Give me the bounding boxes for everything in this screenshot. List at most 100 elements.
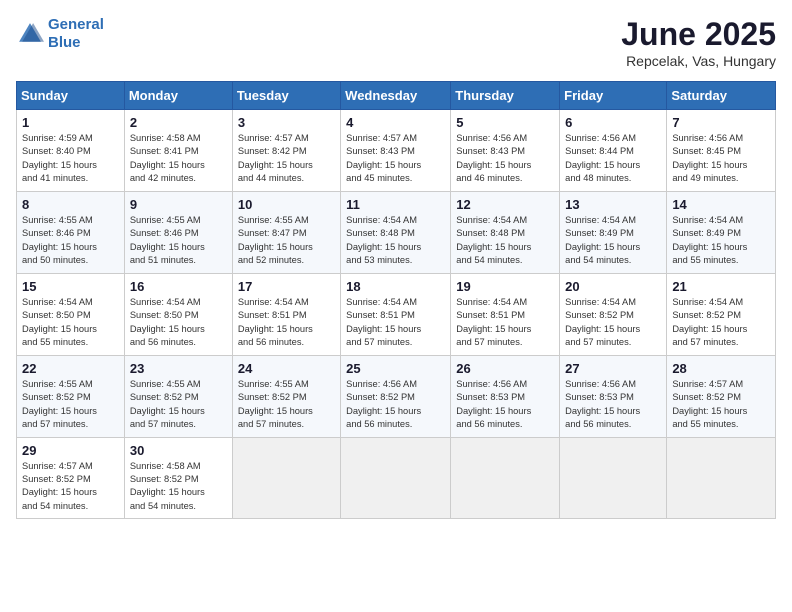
logo-line1: General xyxy=(48,16,104,33)
day-info: Sunrise: 4:57 AMSunset: 8:52 PMDaylight:… xyxy=(22,460,119,514)
day-1: 1 Sunrise: 4:59 AMSunset: 8:40 PMDaylight… xyxy=(17,110,125,192)
day-empty xyxy=(341,437,451,519)
day-num: 25 xyxy=(346,361,445,376)
calendar-row-2: 8 Sunrise: 4:55 AMSunset: 8:46 PMDaylight… xyxy=(17,191,776,273)
day-2: 2 Sunrise: 4:58 AMSunset: 8:41 PMDaylight… xyxy=(124,110,232,192)
col-thursday: Thursday xyxy=(451,82,560,110)
col-friday: Friday xyxy=(560,82,667,110)
day-6: 6 Sunrise: 4:56 AMSunset: 8:44 PMDaylight… xyxy=(560,110,667,192)
day-info: Sunrise: 4:55 AMSunset: 8:47 PMDaylight:… xyxy=(238,214,335,268)
day-info: Sunrise: 4:55 AMSunset: 8:52 PMDaylight:… xyxy=(130,378,227,432)
day-29: 29 Sunrise: 4:57 AMSunset: 8:52 PMDayligh… xyxy=(17,437,125,519)
day-info: Sunrise: 4:57 AMSunset: 8:52 PMDaylight:… xyxy=(672,378,770,432)
day-num: 27 xyxy=(565,361,661,376)
day-num: 5 xyxy=(456,115,554,130)
day-17: 17Sunrise: 4:54 AMSunset: 8:51 PMDayligh… xyxy=(232,273,340,355)
day-22: 22Sunrise: 4:55 AMSunset: 8:52 PMDayligh… xyxy=(17,355,125,437)
day-20: 20Sunrise: 4:54 AMSunset: 8:52 PMDayligh… xyxy=(560,273,667,355)
day-30: 30 Sunrise: 4:58 AMSunset: 8:52 PMDayligh… xyxy=(124,437,232,519)
day-27: 27 Sunrise: 4:56 AMSunset: 8:53 PMDayligh… xyxy=(560,355,667,437)
day-24: 24 Sunrise: 4:55 AMSunset: 8:52 PMDayligh… xyxy=(232,355,340,437)
title-area: June 2025 Repcelak, Vas, Hungary xyxy=(621,16,776,69)
day-num: 22 xyxy=(22,361,119,376)
logo-icon xyxy=(16,20,44,48)
col-sunday: Sunday xyxy=(17,82,125,110)
day-3: 3 Sunrise: 4:57 AMSunset: 8:42 PMDaylight… xyxy=(232,110,340,192)
day-num: 12 xyxy=(456,197,554,212)
day-info: Sunrise: 4:54 AMSunset: 8:52 PMDaylight:… xyxy=(565,296,661,350)
day-num: 3 xyxy=(238,115,335,130)
logo: General Blue xyxy=(16,16,104,52)
day-info: Sunrise: 4:54 AMSunset: 8:50 PMDaylight:… xyxy=(22,296,119,350)
day-info: Sunrise: 4:58 AMSunset: 8:41 PMDaylight:… xyxy=(130,132,227,186)
day-9: 9Sunrise: 4:55 AMSunset: 8:46 PMDaylight… xyxy=(124,191,232,273)
day-num: 14 xyxy=(672,197,770,212)
col-tuesday: Tuesday xyxy=(232,82,340,110)
col-saturday: Saturday xyxy=(667,82,776,110)
day-num: 1 xyxy=(22,115,119,130)
day-num: 21 xyxy=(672,279,770,294)
day-19: 19Sunrise: 4:54 AMSunset: 8:51 PMDayligh… xyxy=(451,273,560,355)
calendar-header: Sunday Monday Tuesday Wednesday Thursday… xyxy=(17,82,776,110)
day-info: Sunrise: 4:56 AMSunset: 8:44 PMDaylight:… xyxy=(565,132,661,186)
day-info: Sunrise: 4:57 AMSunset: 8:43 PMDaylight:… xyxy=(346,132,445,186)
day-12: 12 Sunrise: 4:54 AMSunset: 8:48 PMDayligh… xyxy=(451,191,560,273)
day-info: Sunrise: 4:54 AMSunset: 8:49 PMDaylight:… xyxy=(672,214,770,268)
day-num: 8 xyxy=(22,197,119,212)
day-num: 18 xyxy=(346,279,445,294)
day-num: 17 xyxy=(238,279,335,294)
day-num: 2 xyxy=(130,115,227,130)
calendar-row-5: 29 Sunrise: 4:57 AMSunset: 8:52 PMDayligh… xyxy=(17,437,776,519)
day-16: 16Sunrise: 4:54 AMSunset: 8:50 PMDayligh… xyxy=(124,273,232,355)
day-num: 30 xyxy=(130,443,227,458)
day-4: 4 Sunrise: 4:57 AMSunset: 8:43 PMDaylight… xyxy=(341,110,451,192)
calendar-title: June 2025 xyxy=(621,16,776,53)
calendar-row-3: 15 Sunrise: 4:54 AMSunset: 8:50 PMDayligh… xyxy=(17,273,776,355)
day-num: 15 xyxy=(22,279,119,294)
day-info: Sunrise: 4:54 AMSunset: 8:51 PMDaylight:… xyxy=(346,296,445,350)
day-info: Sunrise: 4:56 AMSunset: 8:43 PMDaylight:… xyxy=(456,132,554,186)
day-info: Sunrise: 4:59 AMSunset: 8:40 PMDaylight:… xyxy=(22,132,119,186)
calendar-body: 1 Sunrise: 4:59 AMSunset: 8:40 PMDaylight… xyxy=(17,110,776,519)
day-13: 13Sunrise: 4:54 AMSunset: 8:49 PMDayligh… xyxy=(560,191,667,273)
calendar-row-4: 22 Sunrise: 4:55 AMSunset: 8:52 PMDayligh… xyxy=(17,355,776,437)
day-info: Sunrise: 4:55 AMSunset: 8:52 PMDaylight:… xyxy=(238,378,335,432)
day-info: Sunrise: 4:55 AMSunset: 8:46 PMDaylight:… xyxy=(130,214,227,268)
day-info: Sunrise: 4:56 AMSunset: 8:45 PMDaylight:… xyxy=(672,132,770,186)
day-11: 11Sunrise: 4:54 AMSunset: 8:48 PMDayligh… xyxy=(341,191,451,273)
day-num: 6 xyxy=(565,115,661,130)
day-num: 28 xyxy=(672,361,770,376)
day-num: 4 xyxy=(346,115,445,130)
day-num: 13 xyxy=(565,197,661,212)
day-info: Sunrise: 4:56 AMSunset: 8:53 PMDaylight:… xyxy=(565,378,661,432)
day-info: Sunrise: 4:56 AMSunset: 8:52 PMDaylight:… xyxy=(346,378,445,432)
day-num: 24 xyxy=(238,361,335,376)
day-empty xyxy=(560,437,667,519)
day-num: 10 xyxy=(238,197,335,212)
day-10: 10 Sunrise: 4:55 AMSunset: 8:47 PMDayligh… xyxy=(232,191,340,273)
day-18: 18 Sunrise: 4:54 AMSunset: 8:51 PMDayligh… xyxy=(341,273,451,355)
day-7: 7Sunrise: 4:56 AMSunset: 8:45 PMDaylight… xyxy=(667,110,776,192)
day-info: Sunrise: 4:54 AMSunset: 8:52 PMDaylight:… xyxy=(672,296,770,350)
calendar-subtitle: Repcelak, Vas, Hungary xyxy=(621,53,776,69)
day-num: 19 xyxy=(456,279,554,294)
day-empty xyxy=(232,437,340,519)
day-info: Sunrise: 4:57 AMSunset: 8:42 PMDaylight:… xyxy=(238,132,335,186)
day-14: 14 Sunrise: 4:54 AMSunset: 8:49 PMDayligh… xyxy=(667,191,776,273)
day-empty xyxy=(451,437,560,519)
day-21: 21 Sunrise: 4:54 AMSunset: 8:52 PMDayligh… xyxy=(667,273,776,355)
day-info: Sunrise: 4:56 AMSunset: 8:53 PMDaylight:… xyxy=(456,378,554,432)
day-15: 15 Sunrise: 4:54 AMSunset: 8:50 PMDayligh… xyxy=(17,273,125,355)
day-26: 26Sunrise: 4:56 AMSunset: 8:53 PMDayligh… xyxy=(451,355,560,437)
logo-text: General Blue xyxy=(48,16,104,52)
day-num: 29 xyxy=(22,443,119,458)
day-info: Sunrise: 4:54 AMSunset: 8:48 PMDaylight:… xyxy=(346,214,445,268)
day-25: 25 Sunrise: 4:56 AMSunset: 8:52 PMDayligh… xyxy=(341,355,451,437)
day-info: Sunrise: 4:58 AMSunset: 8:52 PMDaylight:… xyxy=(130,460,227,514)
col-monday: Monday xyxy=(124,82,232,110)
day-5: 5 Sunrise: 4:56 AMSunset: 8:43 PMDaylight… xyxy=(451,110,560,192)
day-8: 8Sunrise: 4:55 AMSunset: 8:46 PMDaylight… xyxy=(17,191,125,273)
day-info: Sunrise: 4:54 AMSunset: 8:48 PMDaylight:… xyxy=(456,214,554,268)
day-num: 23 xyxy=(130,361,227,376)
day-empty xyxy=(667,437,776,519)
